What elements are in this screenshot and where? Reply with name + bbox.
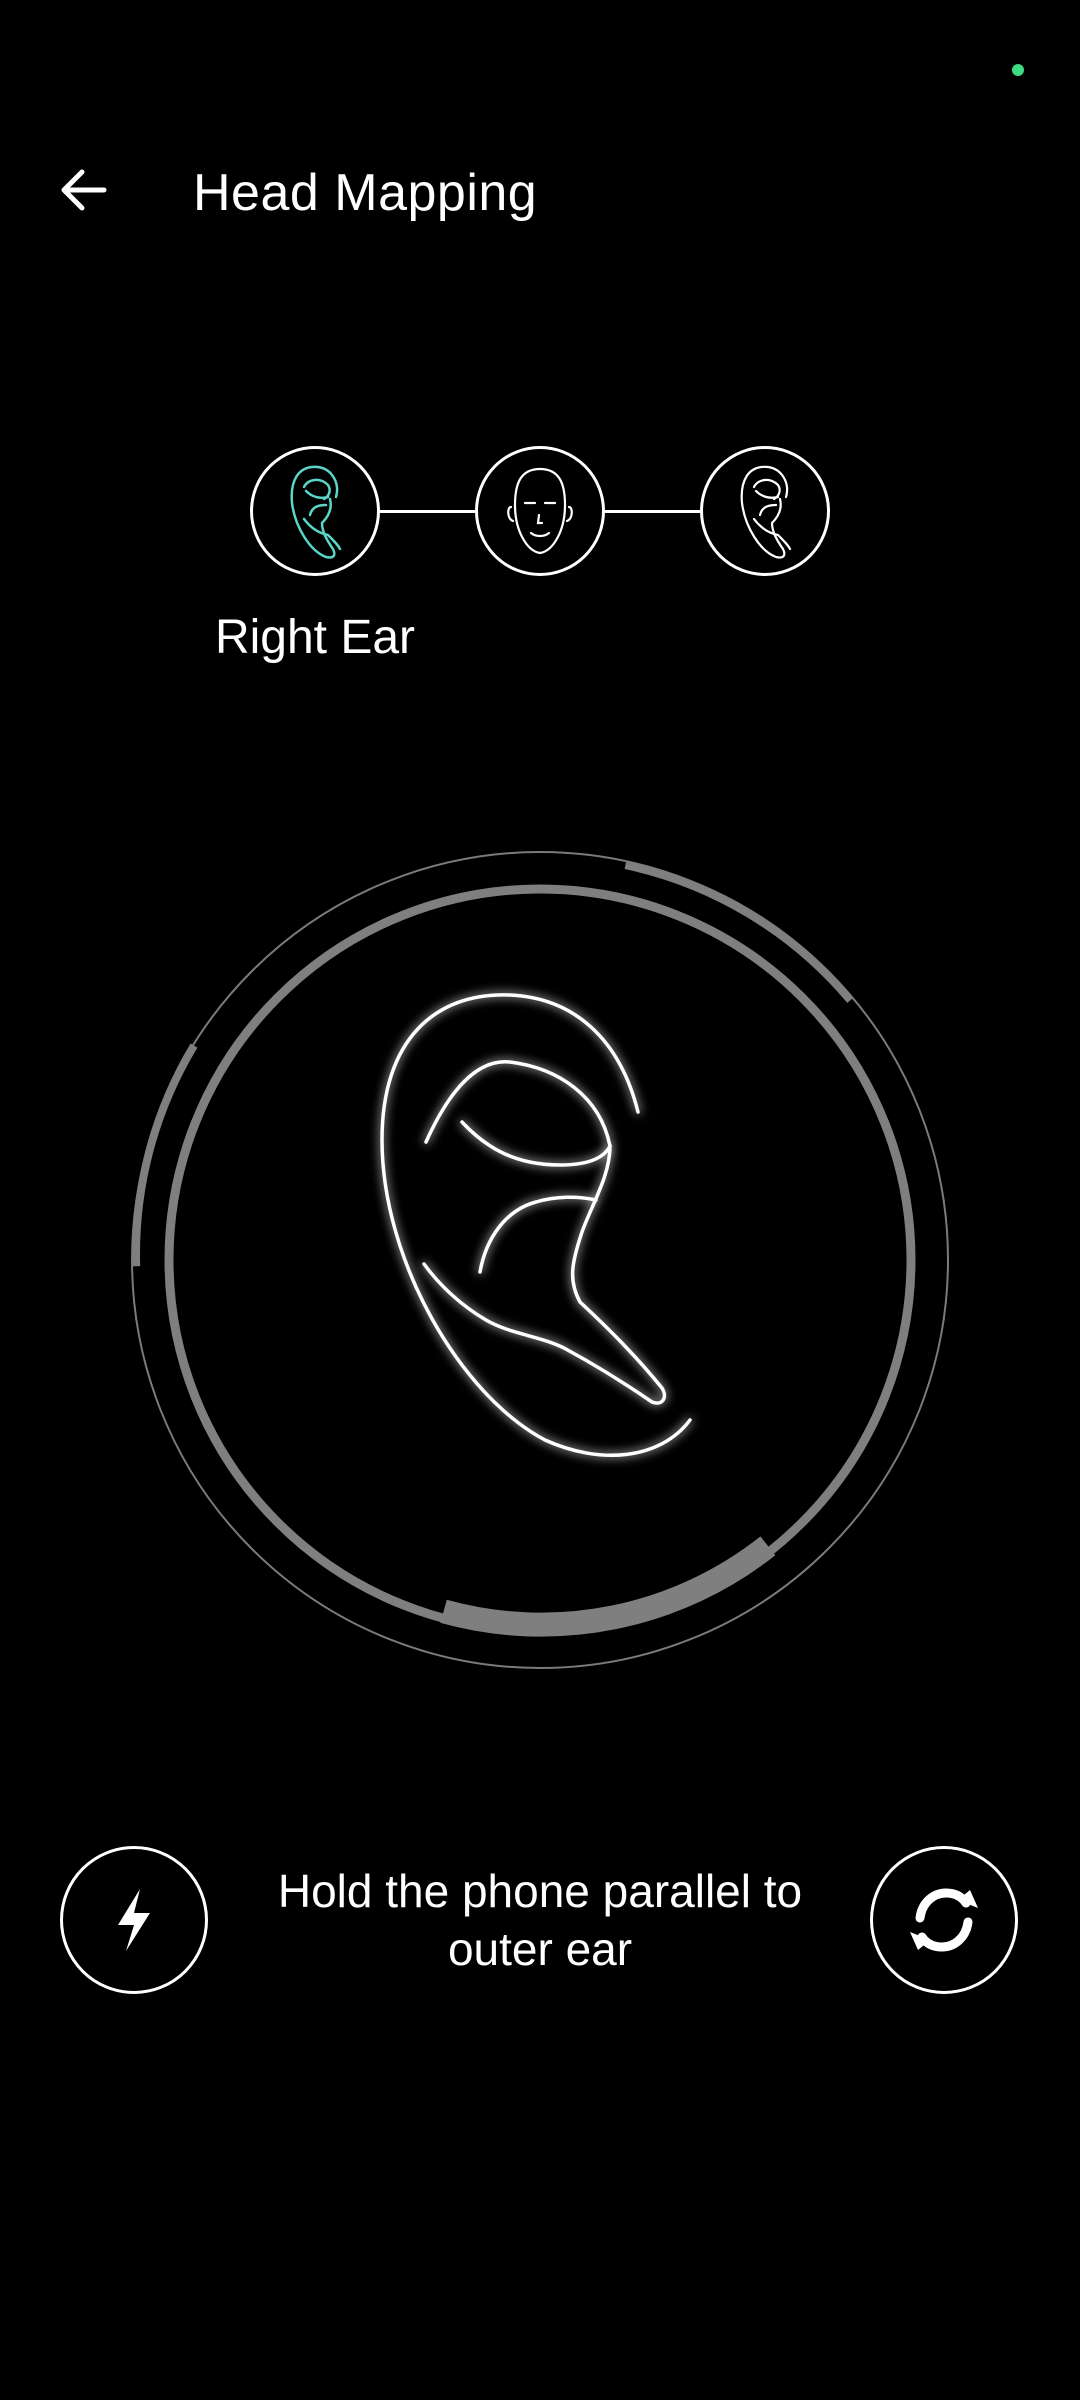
right-ear-icon	[290, 465, 342, 559]
step-right-ear	[250, 446, 380, 576]
step-face	[475, 446, 605, 576]
page-title: Head Mapping	[193, 164, 538, 222]
face-icon	[507, 467, 573, 555]
switch-camera-button[interactable]	[870, 1846, 1018, 1994]
current-step-label: Right Ear	[214, 611, 416, 664]
flash-button[interactable]	[60, 1846, 208, 1994]
step-connector	[605, 510, 700, 513]
step-left-ear	[700, 446, 830, 576]
instruction-text: Hold the phone parallel to outer ear	[277, 1865, 803, 1975]
ear-outline-icon	[380, 993, 692, 1457]
left-ear-icon	[740, 465, 792, 559]
scan-ring	[120, 840, 960, 1680]
status-indicator-dot	[1012, 64, 1024, 76]
arrow-left-icon	[61, 169, 107, 211]
back-button[interactable]	[44, 150, 124, 230]
step-progress	[250, 446, 830, 580]
scan-progress-ring	[131, 851, 949, 1669]
step-connector	[380, 510, 475, 513]
flash-icon	[118, 1889, 150, 1951]
switch-camera-icon	[910, 1888, 978, 1952]
